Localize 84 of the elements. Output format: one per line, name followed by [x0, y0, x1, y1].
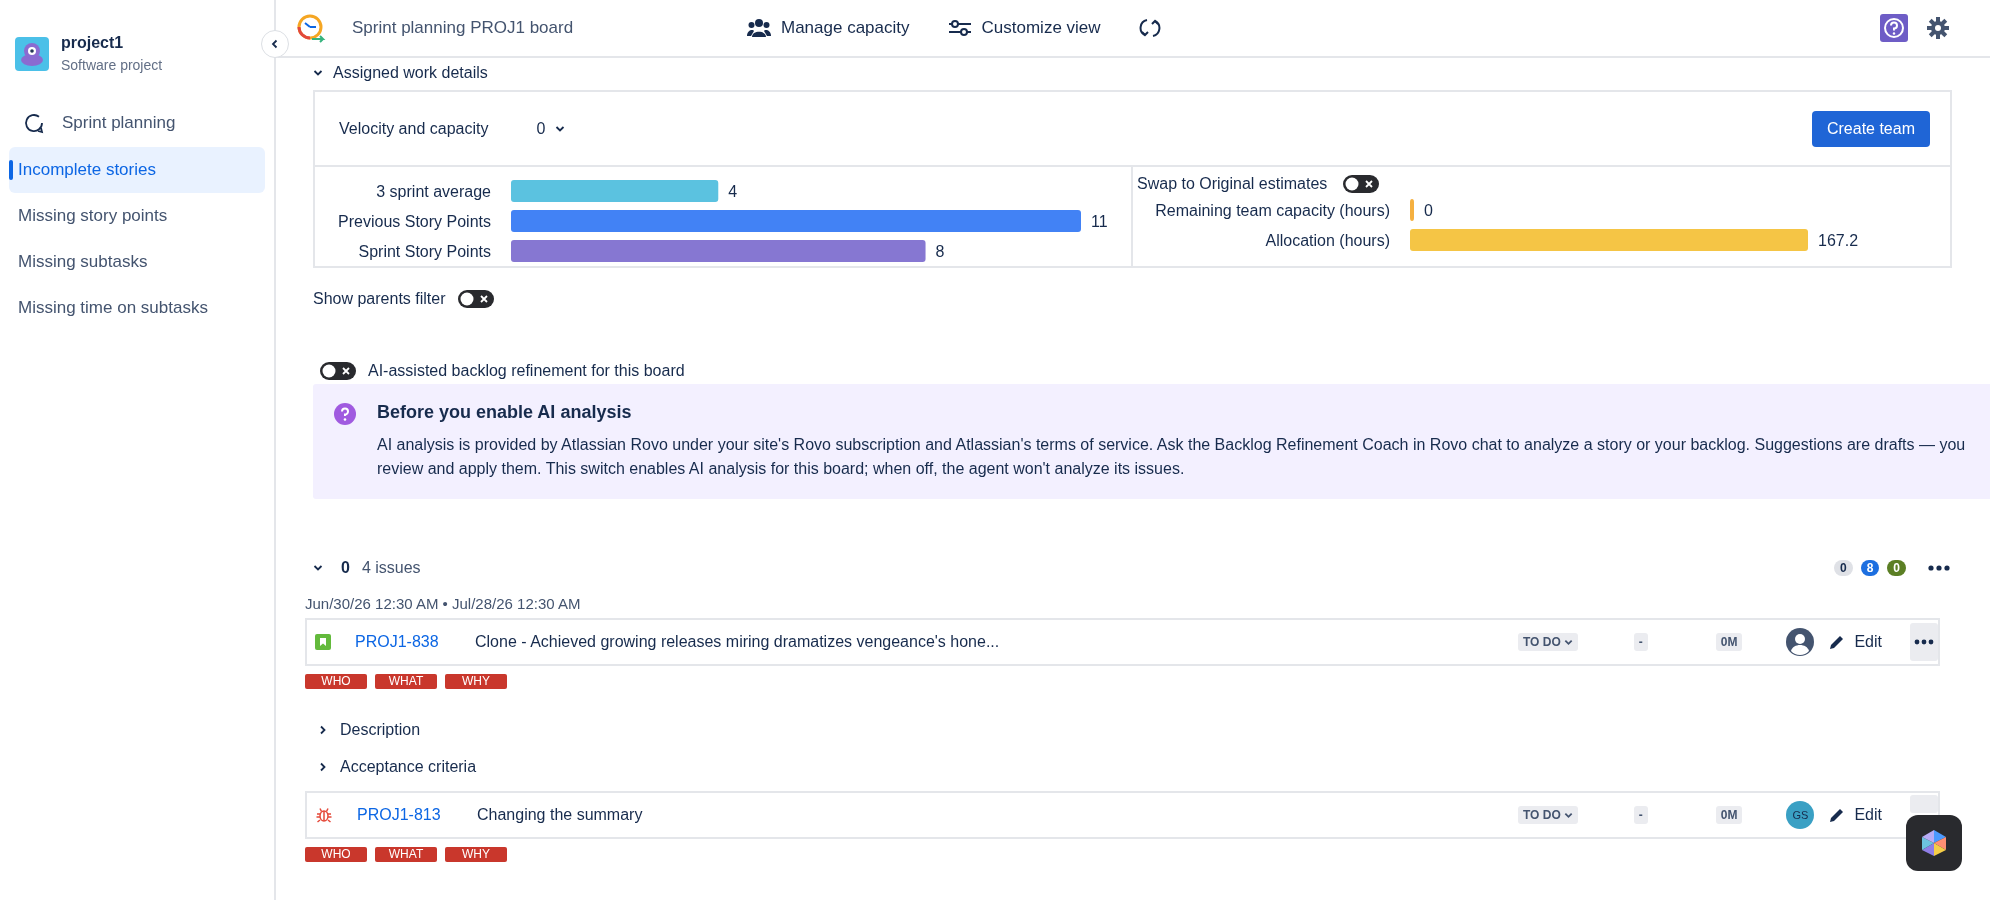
value-label: 4 [728, 182, 738, 200]
question-icon [333, 402, 357, 426]
tag: WHAT [375, 847, 437, 862]
notice-title: Before you enable AI analysis [377, 402, 633, 423]
assistant-button[interactable] [1906, 815, 1962, 871]
chevron-icon[interactable] [313, 563, 323, 573]
bug-icon [315, 806, 333, 824]
collapse-button[interactable] [261, 30, 289, 58]
more-icon [1914, 639, 1934, 645]
count-badge: 0 [1833, 560, 1853, 576]
sprint-dates: Jun/30/26 12:30 AM • Jul/28/26 12:30 AM [305, 595, 582, 612]
filter-label: Show parents filter [313, 290, 446, 308]
toggle-switch[interactable] [457, 290, 494, 308]
category-label: 3 sprint average [376, 182, 491, 200]
sprint-name: 0 [341, 559, 350, 577]
swap-label: Swap to Original estimates [1137, 175, 1328, 193]
issue-row[interactable]: PROJ1-838 Clone - Achieved growing releases miring dramatizes vengeance's hone... TO DO - 0M Edit [305, 618, 1940, 666]
sidebar-item[interactable]: Missing time on subtasks [9, 285, 265, 331]
sidebar-title[interactable]: Sprint planning [62, 113, 176, 133]
section-title[interactable]: Assigned work details [333, 64, 488, 82]
tag: WHY [445, 847, 507, 862]
chevron-icon[interactable] [318, 724, 328, 735]
tag: WHO [305, 847, 367, 862]
user-icon [1786, 628, 1815, 656]
help-icon[interactable] [1880, 14, 1908, 42]
sidebar-item[interactable]: Incomplete stories [9, 147, 265, 193]
issue-key[interactable]: PROJ1-838 [355, 633, 475, 651]
notice-text: AI analysis is provided by Atlassian Rovo under your site's Rovo subscription and Atlassian's terms of service. Ask the Backlog Refinement Coach in Rovo chat to analyze a story or your backlog. Suggestions are drafts — you review and apply them. This switch enables AI analysis for this board; when off, the agent won't analyze its issues. [377, 435, 1967, 479]
category-label: Remaining team capacity (hours) [1155, 201, 1390, 219]
story-points: - [1633, 806, 1648, 824]
velocity-label: Velocity and capacity [339, 119, 489, 138]
collapsible-section[interactable]: Acceptance criteria [340, 757, 477, 776]
category-label: Allocation (hours) [1265, 231, 1390, 249]
clock-logo-icon [296, 13, 326, 43]
issue-summary: Clone - Achieved growing releases miring dramatizes vengeance's hone... [475, 633, 1001, 651]
sidebar-item[interactable]: Missing story points [9, 193, 265, 239]
toolbar-button[interactable]: Customize view [947, 18, 1101, 38]
toolbar-button[interactable]: Manage capacity [747, 18, 910, 38]
refresh-icon [22, 111, 46, 135]
time-estimate: 0M [1715, 806, 1743, 824]
value-label: 8 [935, 242, 945, 260]
issue-summary: Changing the summary [477, 806, 644, 824]
story-points: - [1633, 633, 1648, 651]
tag: WHO [305, 674, 367, 689]
collapsible-section[interactable]: Description [340, 720, 421, 739]
refresh-icon[interactable] [1138, 17, 1161, 39]
status-dropdown[interactable]: TO DO [1517, 806, 1578, 824]
issue-row[interactable]: PROJ1-813 Changing the summary TO DO - 0M GS Edit [305, 791, 1940, 839]
time-estimate: 0M [1715, 633, 1743, 651]
toggle-label: AI-assisted backlog refinement for this board [368, 362, 685, 380]
value-label: 11 [1091, 212, 1108, 230]
more-icon[interactable] [1928, 565, 1950, 571]
count-badge: 0 [1887, 560, 1906, 576]
more-button[interactable] [1910, 623, 1938, 661]
category-label: Sprint Story Points [358, 242, 491, 260]
board-title: Sprint planning PROJ1 board [352, 18, 575, 38]
create-team-button[interactable]: Create team [1811, 110, 1930, 147]
status-dropdown[interactable]: TO DO [1517, 633, 1578, 651]
edit-button[interactable]: Edit [1828, 633, 1882, 651]
settings-icon[interactable] [1926, 16, 1950, 40]
chevron-icon[interactable] [313, 68, 323, 78]
project-type: Software project [61, 57, 163, 73]
avatar: GS [1786, 801, 1815, 829]
sliders-icon [947, 19, 972, 37]
people-icon [747, 18, 771, 38]
hexagon-icon [1921, 829, 1947, 857]
issue-count: 4 issues [361, 559, 421, 577]
toggle-switch[interactable] [1343, 175, 1380, 193]
project-name: project1 [61, 34, 124, 52]
project-avatar-icon [15, 36, 49, 71]
bookmark-icon [315, 634, 331, 650]
toggle-switch[interactable] [320, 362, 356, 380]
velocity-dropdown[interactable]: 0 [536, 119, 566, 138]
tag: WHAT [375, 674, 437, 689]
category-label: Previous Story Points [338, 212, 491, 230]
issue-key[interactable]: PROJ1-813 [357, 806, 477, 824]
sidebar-item[interactable]: Missing subtasks [9, 239, 265, 285]
edit-button[interactable]: Edit [1828, 806, 1882, 824]
count-badge: 8 [1860, 560, 1880, 576]
value-label: 167.2 [1818, 231, 1859, 249]
value-label: 0 [1424, 201, 1433, 219]
chevron-icon[interactable] [318, 761, 328, 772]
chevron-icon [270, 39, 280, 49]
tag: WHY [445, 674, 507, 689]
